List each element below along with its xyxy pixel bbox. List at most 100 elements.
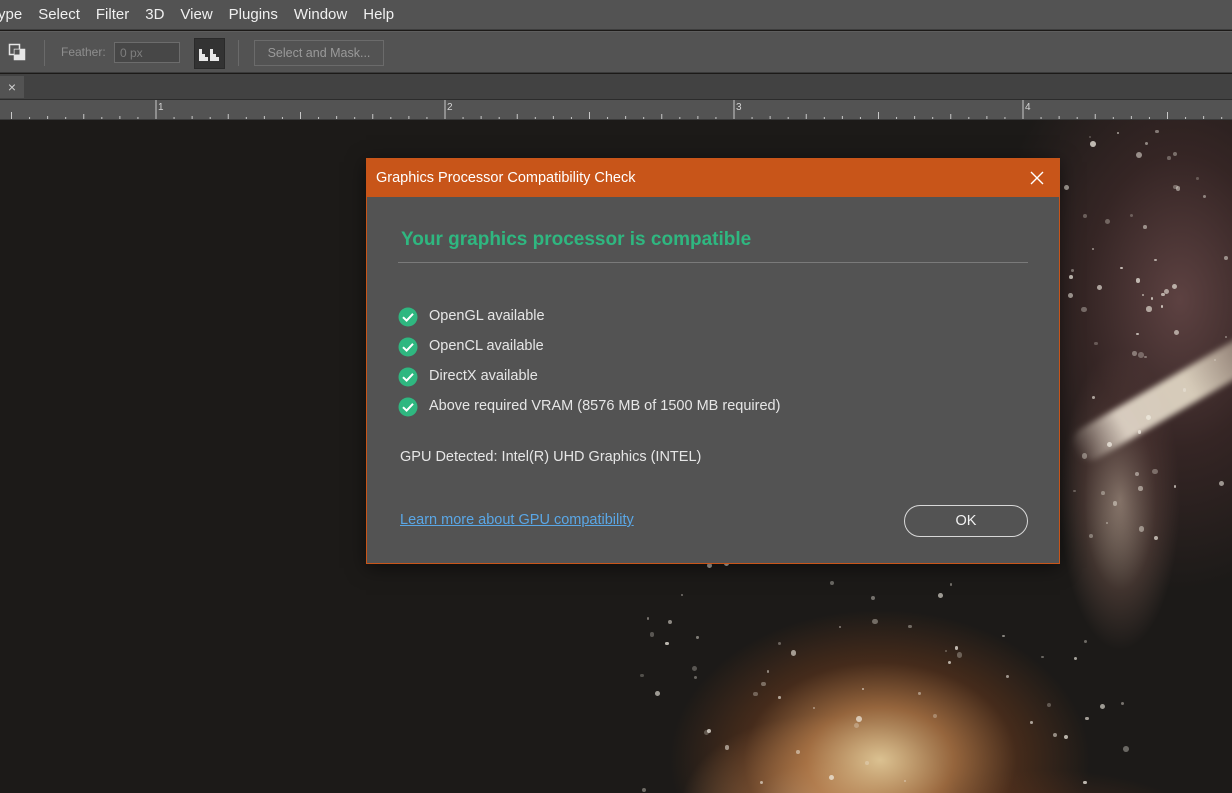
image-speck (707, 728, 712, 734)
ruler-label: 3 (736, 102, 742, 113)
image-speck (1068, 274, 1073, 279)
image-speck (904, 779, 907, 783)
image-speck (1116, 131, 1120, 134)
menu-view[interactable]: View (172, 0, 220, 30)
ruler-ticks (11, 100, 1223, 119)
menu-select[interactable]: Select (30, 0, 88, 30)
image-speck (696, 636, 699, 639)
image-speck (947, 660, 952, 665)
feather-input[interactable] (114, 42, 180, 63)
image-speck (1083, 214, 1088, 218)
image-speck (1155, 130, 1159, 134)
image-speck (1138, 486, 1143, 491)
image-speck (1202, 194, 1207, 199)
image-speck (872, 618, 878, 624)
image-speck (646, 617, 650, 620)
check-item: DirectX available (398, 361, 780, 391)
image-speck (1085, 716, 1089, 720)
image-speck (1090, 141, 1097, 147)
image-speck (937, 593, 943, 599)
image-speck (1105, 219, 1111, 225)
image-speck (1135, 278, 1140, 283)
image-speck (1173, 485, 1177, 489)
dialog-title: Graphics Processor Compatibility Check (376, 170, 636, 186)
image-speck (828, 774, 834, 780)
image-speck (1152, 468, 1158, 475)
anti-alias-icon[interactable] (194, 38, 225, 69)
check-label: OpenGL available (429, 308, 545, 324)
menu-filter[interactable]: Filter (88, 0, 137, 30)
ruler-label: 4 (1025, 102, 1031, 113)
close-icon[interactable] (1027, 168, 1047, 188)
image-speck (1091, 396, 1095, 400)
image-speck (1073, 656, 1078, 661)
image-speck (1094, 341, 1098, 345)
image-speck (918, 692, 921, 695)
selection-mode-icon[interactable] (4, 40, 30, 64)
image-speck (753, 691, 758, 697)
image-speck (1002, 634, 1005, 637)
toolbar-divider (238, 40, 239, 66)
menu-bar: ype Select Filter 3D View Plugins Window… (0, 0, 1232, 30)
check-item: Above required VRAM (8576 MB of 1500 MB … (398, 391, 780, 421)
gpu-compatibility-dialog: Graphics Processor Compatibility Check Y… (366, 158, 1060, 564)
image-speck (1129, 213, 1134, 218)
menu-type[interactable]: ype (0, 0, 30, 30)
image-speck (1173, 329, 1180, 336)
image-speck (1135, 472, 1140, 476)
image-speck (668, 619, 673, 624)
menu-help[interactable]: Help (355, 0, 402, 30)
image-speck (1084, 640, 1088, 644)
image-speck (766, 670, 770, 673)
image-speck (691, 665, 697, 671)
menu-window[interactable]: Window (286, 0, 355, 30)
check-item: OpenGL available (398, 301, 780, 331)
document-tab-bar: × (0, 74, 1232, 100)
image-speck (1122, 746, 1129, 752)
menu-3d[interactable]: 3D (137, 0, 172, 30)
image-speck (1097, 285, 1102, 291)
image-speck (649, 632, 655, 637)
image-speck (1143, 225, 1147, 229)
image-speck (760, 781, 764, 784)
menu-plugins[interactable]: Plugins (221, 0, 286, 30)
check-label: Above required VRAM (8576 MB of 1500 MB … (429, 398, 781, 414)
learn-more-link[interactable]: Learn more about GPU compatibility (400, 512, 634, 528)
image-speck (1092, 247, 1095, 250)
image-speck (778, 696, 781, 699)
image-speck (1142, 294, 1145, 297)
compatibility-headline: Your graphics processor is compatible (401, 229, 752, 250)
image-speck (1081, 453, 1088, 459)
image-speck (871, 596, 876, 601)
image-speck (1163, 288, 1169, 294)
toolbar-divider (44, 40, 45, 66)
image-speck (1153, 535, 1159, 541)
ok-button[interactable]: OK (904, 505, 1028, 537)
image-speck (1047, 703, 1052, 708)
image-speck (812, 706, 815, 710)
image-speck (1068, 293, 1073, 298)
image-speck (956, 652, 963, 658)
image-speck (1132, 351, 1137, 356)
image-speck (830, 581, 835, 586)
image-speck (864, 761, 869, 766)
image-speck (1172, 284, 1178, 290)
feather-label: Feather: (61, 45, 106, 59)
image-speck (1160, 305, 1164, 308)
image-speck (1167, 156, 1171, 160)
image-speck (1120, 701, 1125, 706)
ruler-label: 2 (447, 102, 453, 113)
image-speck (933, 713, 938, 718)
image-speck (1219, 481, 1225, 487)
image-speck (1146, 306, 1152, 312)
check-list: OpenGL available OpenCL available Direct… (398, 301, 780, 421)
select-and-mask-button[interactable]: Select and Mask... (254, 40, 384, 66)
image-speck (1041, 656, 1044, 659)
image-speck (1080, 306, 1087, 313)
close-tab-icon[interactable]: × (0, 76, 24, 98)
divider (398, 262, 1028, 263)
dialog-title-bar: Graphics Processor Compatibility Check (367, 159, 1059, 197)
image-speck (641, 787, 647, 793)
image-speck (1089, 135, 1092, 139)
image-speck (1136, 332, 1139, 335)
